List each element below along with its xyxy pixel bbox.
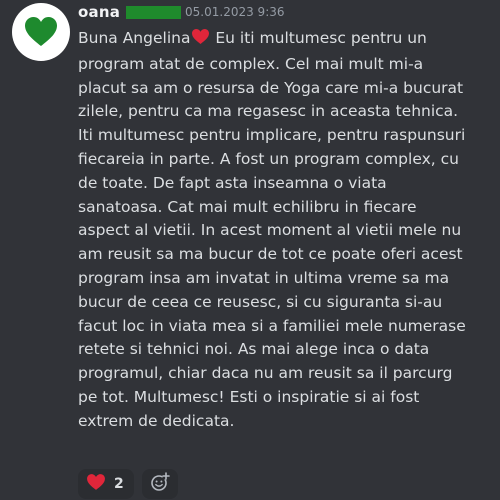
message-line: extrem de dedicata.: [78, 411, 235, 430]
message-line: fiecareia in parte. A fost un program co…: [78, 149, 459, 168]
message-line: zilele, pentru ca ma regasesc in aceasta…: [78, 102, 459, 121]
message-line: am reusit sa ma bucur de tot ce poate of…: [78, 245, 463, 264]
reactions-bar: 2: [78, 469, 178, 499]
message-header: oana 05.01.2023 9:36: [78, 3, 285, 21]
message-line: facut loc in viata mea si a familiei mel…: [78, 316, 466, 335]
add-reaction-button[interactable]: [141, 469, 178, 499]
red-heart-icon: [191, 28, 210, 53]
message-line: Buna Angelina Eu iti multumesc pentru un: [78, 27, 496, 53]
message-line: de toate. De fapt asta inseamna o viata: [78, 173, 387, 192]
message-line: pe tot. Multumesc! Esti o inspiratie si …: [78, 387, 420, 406]
role-tag: [126, 5, 182, 19]
red-heart-icon: [86, 473, 106, 495]
green-heart-icon: [25, 17, 57, 46]
message-line: retete si tehnici noi. As mai alege inca…: [78, 340, 430, 359]
avatar[interactable]: [12, 3, 70, 61]
message-line: program atat de complex. Cel mai mult mi…: [78, 54, 424, 73]
message-line: aspect al vietii. In acest moment al vie…: [78, 221, 462, 240]
message-line: programul, chiar daca nu am reusit sa il…: [78, 364, 453, 383]
message-line: Iti multumesc pentru implicare, pentru r…: [78, 126, 466, 145]
message-line: sanatoasa. Cat mai mult echilibru in fie…: [78, 197, 417, 216]
reaction-count: 2: [114, 476, 124, 492]
chat-message: oana 05.01.2023 9:36 Buna Angelina Eu it…: [0, 0, 500, 500]
username[interactable]: oana: [78, 3, 120, 21]
message-line: placut sa am o resursa de Yoga care mi-a…: [78, 78, 464, 97]
message-line: program insa am invatat in ultima vreme …: [78, 268, 450, 287]
reaction-heart[interactable]: 2: [78, 469, 134, 499]
message-content: Buna Angelina Eu iti multumesc pentru un…: [78, 27, 496, 434]
add-reaction-icon: [150, 472, 170, 496]
message-line: bucur de ceea ce reusesc, si cu sigurant…: [78, 292, 443, 311]
timestamp[interactable]: 05.01.2023 9:36: [185, 5, 284, 19]
